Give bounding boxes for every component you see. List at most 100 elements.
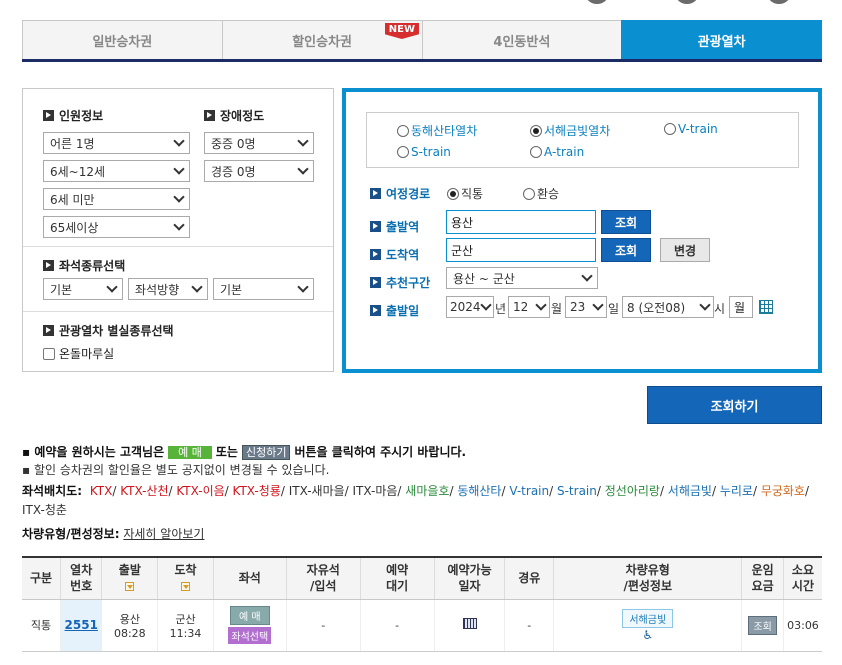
recommended-route-select[interactable]: 용산 ~ 군산: [446, 267, 598, 289]
seat-layout-link[interactable]: ITX-새마을: [289, 484, 345, 498]
swap-stations-button[interactable]: 변경: [660, 238, 710, 262]
radio-icon[interactable]: [530, 146, 542, 158]
senior-select[interactable]: 65세이상: [43, 216, 190, 238]
cell-via: -: [504, 599, 554, 652]
calendar-icon[interactable]: [462, 618, 477, 629]
train-option-strain[interactable]: S-train: [397, 145, 451, 159]
seat-position-select[interactable]: 기본: [213, 278, 314, 300]
search-button[interactable]: 조회하기: [647, 386, 822, 424]
mild-disability-select[interactable]: 경증 0명: [204, 160, 314, 182]
col-departure[interactable]: 출발: [101, 556, 158, 600]
arrow-square-icon: [370, 305, 381, 316]
tab-discount[interactable]: 할인승차권 NEW: [221, 20, 423, 59]
radio-checked-icon[interactable]: [530, 124, 542, 137]
hour-select[interactable]: 8 (오전08): [622, 296, 714, 318]
tab-general[interactable]: 일반승차권: [22, 20, 223, 59]
train-option-vtrain[interactable]: V-train: [664, 122, 718, 136]
arrival-lookup-button[interactable]: 조회: [601, 238, 651, 262]
cell-type: 직통: [22, 599, 61, 652]
radio-icon[interactable]: [523, 187, 535, 200]
weekday-field: 월: [729, 296, 753, 318]
seat-layout-link[interactable]: 무궁화호: [761, 484, 805, 498]
seat-layout-link[interactable]: 누리로: [720, 484, 753, 498]
departure-lookup-button[interactable]: 조회: [601, 210, 651, 234]
day-select[interactable]: 23: [565, 296, 607, 318]
cell-departure: 용산 08:28: [101, 599, 158, 652]
separator: /: [752, 484, 761, 498]
seat-layout-list: KTX/ KTX-산천/ KTX-이음/ KTX-청룡/ ITX-새마을/ IT…: [22, 484, 809, 517]
separator: /: [224, 484, 233, 498]
severe-disability-select[interactable]: 중증 0명: [204, 132, 314, 154]
train-option-geumbit[interactable]: 서해금빛열차: [530, 122, 610, 139]
seat-layout-link[interactable]: 서해금빛: [668, 484, 712, 498]
train-option-atrain[interactable]: A-train: [530, 145, 584, 159]
chevron-down-icon: [173, 219, 185, 231]
col-seat: 좌석: [212, 556, 287, 600]
seat-layout-link[interactable]: 동해산타: [457, 484, 501, 498]
infant-select[interactable]: 6세 미만: [43, 188, 190, 210]
sort-icon[interactable]: [125, 582, 135, 592]
train-number-link[interactable]: 2551: [65, 618, 98, 632]
hour-unit: 시: [714, 302, 726, 316]
arrival-input[interactable]: 군산: [446, 238, 596, 262]
tab-tourist-train[interactable]: 관광열차: [621, 20, 822, 59]
arrow-square-icon: [43, 325, 54, 336]
cell-free-seat: -: [285, 599, 361, 652]
seat-layout-link[interactable]: 새마을호: [405, 484, 449, 498]
month-select[interactable]: 12: [508, 296, 550, 318]
apply-tag: 신청하기: [241, 445, 291, 460]
seat-layout-link[interactable]: V-train: [509, 484, 549, 498]
radio-icon[interactable]: [397, 146, 409, 158]
seat-layout-link[interactable]: ITX-청춘: [22, 503, 67, 517]
seat-layout-link[interactable]: KTX-청룡: [233, 484, 281, 498]
chevron-down-icon: [592, 299, 604, 311]
child-select[interactable]: 6세~12세: [43, 160, 190, 182]
new-badge: NEW: [384, 23, 419, 39]
cell-available-date: [433, 599, 505, 652]
table-header-row: 구분 열차 번호 출발 도착 좌석 자유석/입석 예약 대기 예약가능 일자 경유 차…: [22, 556, 822, 600]
chevron-down-icon: [173, 191, 185, 203]
departure-input[interactable]: 용산: [446, 210, 596, 234]
ondol-checkbox[interactable]: [43, 347, 55, 360]
radio-checked-icon[interactable]: [447, 187, 459, 200]
sort-icon[interactable]: [181, 582, 191, 592]
year-select[interactable]: 2024: [446, 296, 494, 318]
chevron-down-icon: [535, 299, 547, 311]
seat-layout-link[interactable]: KTX-산천: [120, 484, 168, 498]
chevron-down-icon: [480, 299, 492, 311]
chevron-down-icon: [699, 299, 711, 311]
adult-select[interactable]: 어른 1명: [43, 132, 190, 154]
seat-layout-link[interactable]: ITX-마음: [353, 484, 398, 498]
seat-direction-select[interactable]: 좌석방향: [128, 278, 208, 300]
col-vehicle: 차량유형/편성정보: [553, 556, 742, 600]
reserve-button[interactable]: 예 매: [230, 606, 270, 625]
cell-vehicle: 서해금빛 ♿: [553, 599, 742, 652]
seat-layout-link[interactable]: KTX: [90, 484, 113, 498]
calendar-icon[interactable]: [759, 300, 773, 314]
train-option-santa[interactable]: 동해산타열차: [397, 122, 477, 139]
discount-note: ▪ 할인 승차권의 할인율은 별도 공지없이 변경될 수 있습니다.: [22, 463, 330, 477]
route-direct-radio[interactable]: 직통: [447, 185, 483, 202]
chevron-down-icon: [297, 163, 309, 175]
seat-type-title: 좌석종류선택: [43, 257, 125, 274]
vehicle-info-link[interactable]: 자세히 알아보기: [123, 527, 204, 541]
fare-lookup-button[interactable]: 조회: [748, 615, 777, 635]
passenger-panel: 인원정보 장애정도 어른 1명 6세~12세 6세 미만 65세이상 중증 0명…: [22, 88, 334, 372]
year-unit: 년: [495, 302, 507, 316]
cell-waiting: -: [359, 599, 435, 652]
radio-icon[interactable]: [397, 124, 409, 137]
top-carousel-dots: [560, 0, 820, 6]
ondol-checkbox-row[interactable]: 온돌마루실: [43, 345, 114, 362]
seat-layout-link[interactable]: S-train: [557, 484, 597, 498]
seat-select-button[interactable]: 좌석선택: [228, 627, 272, 644]
chevron-down-icon: [191, 281, 203, 293]
radio-icon[interactable]: [664, 123, 676, 135]
seat-layout-link[interactable]: KTX-이음: [176, 484, 224, 498]
vehicle-type-badge[interactable]: 서해금빛: [622, 608, 674, 628]
seat-type-select[interactable]: 기본: [43, 278, 123, 300]
col-arrival[interactable]: 도착: [157, 556, 214, 600]
seat-layout-link[interactable]: 정선아리랑: [605, 484, 660, 498]
tab-four-seats[interactable]: 4인동반석: [421, 20, 623, 59]
chevron-down-icon: [106, 281, 118, 293]
route-transfer-radio[interactable]: 환승: [523, 185, 559, 202]
